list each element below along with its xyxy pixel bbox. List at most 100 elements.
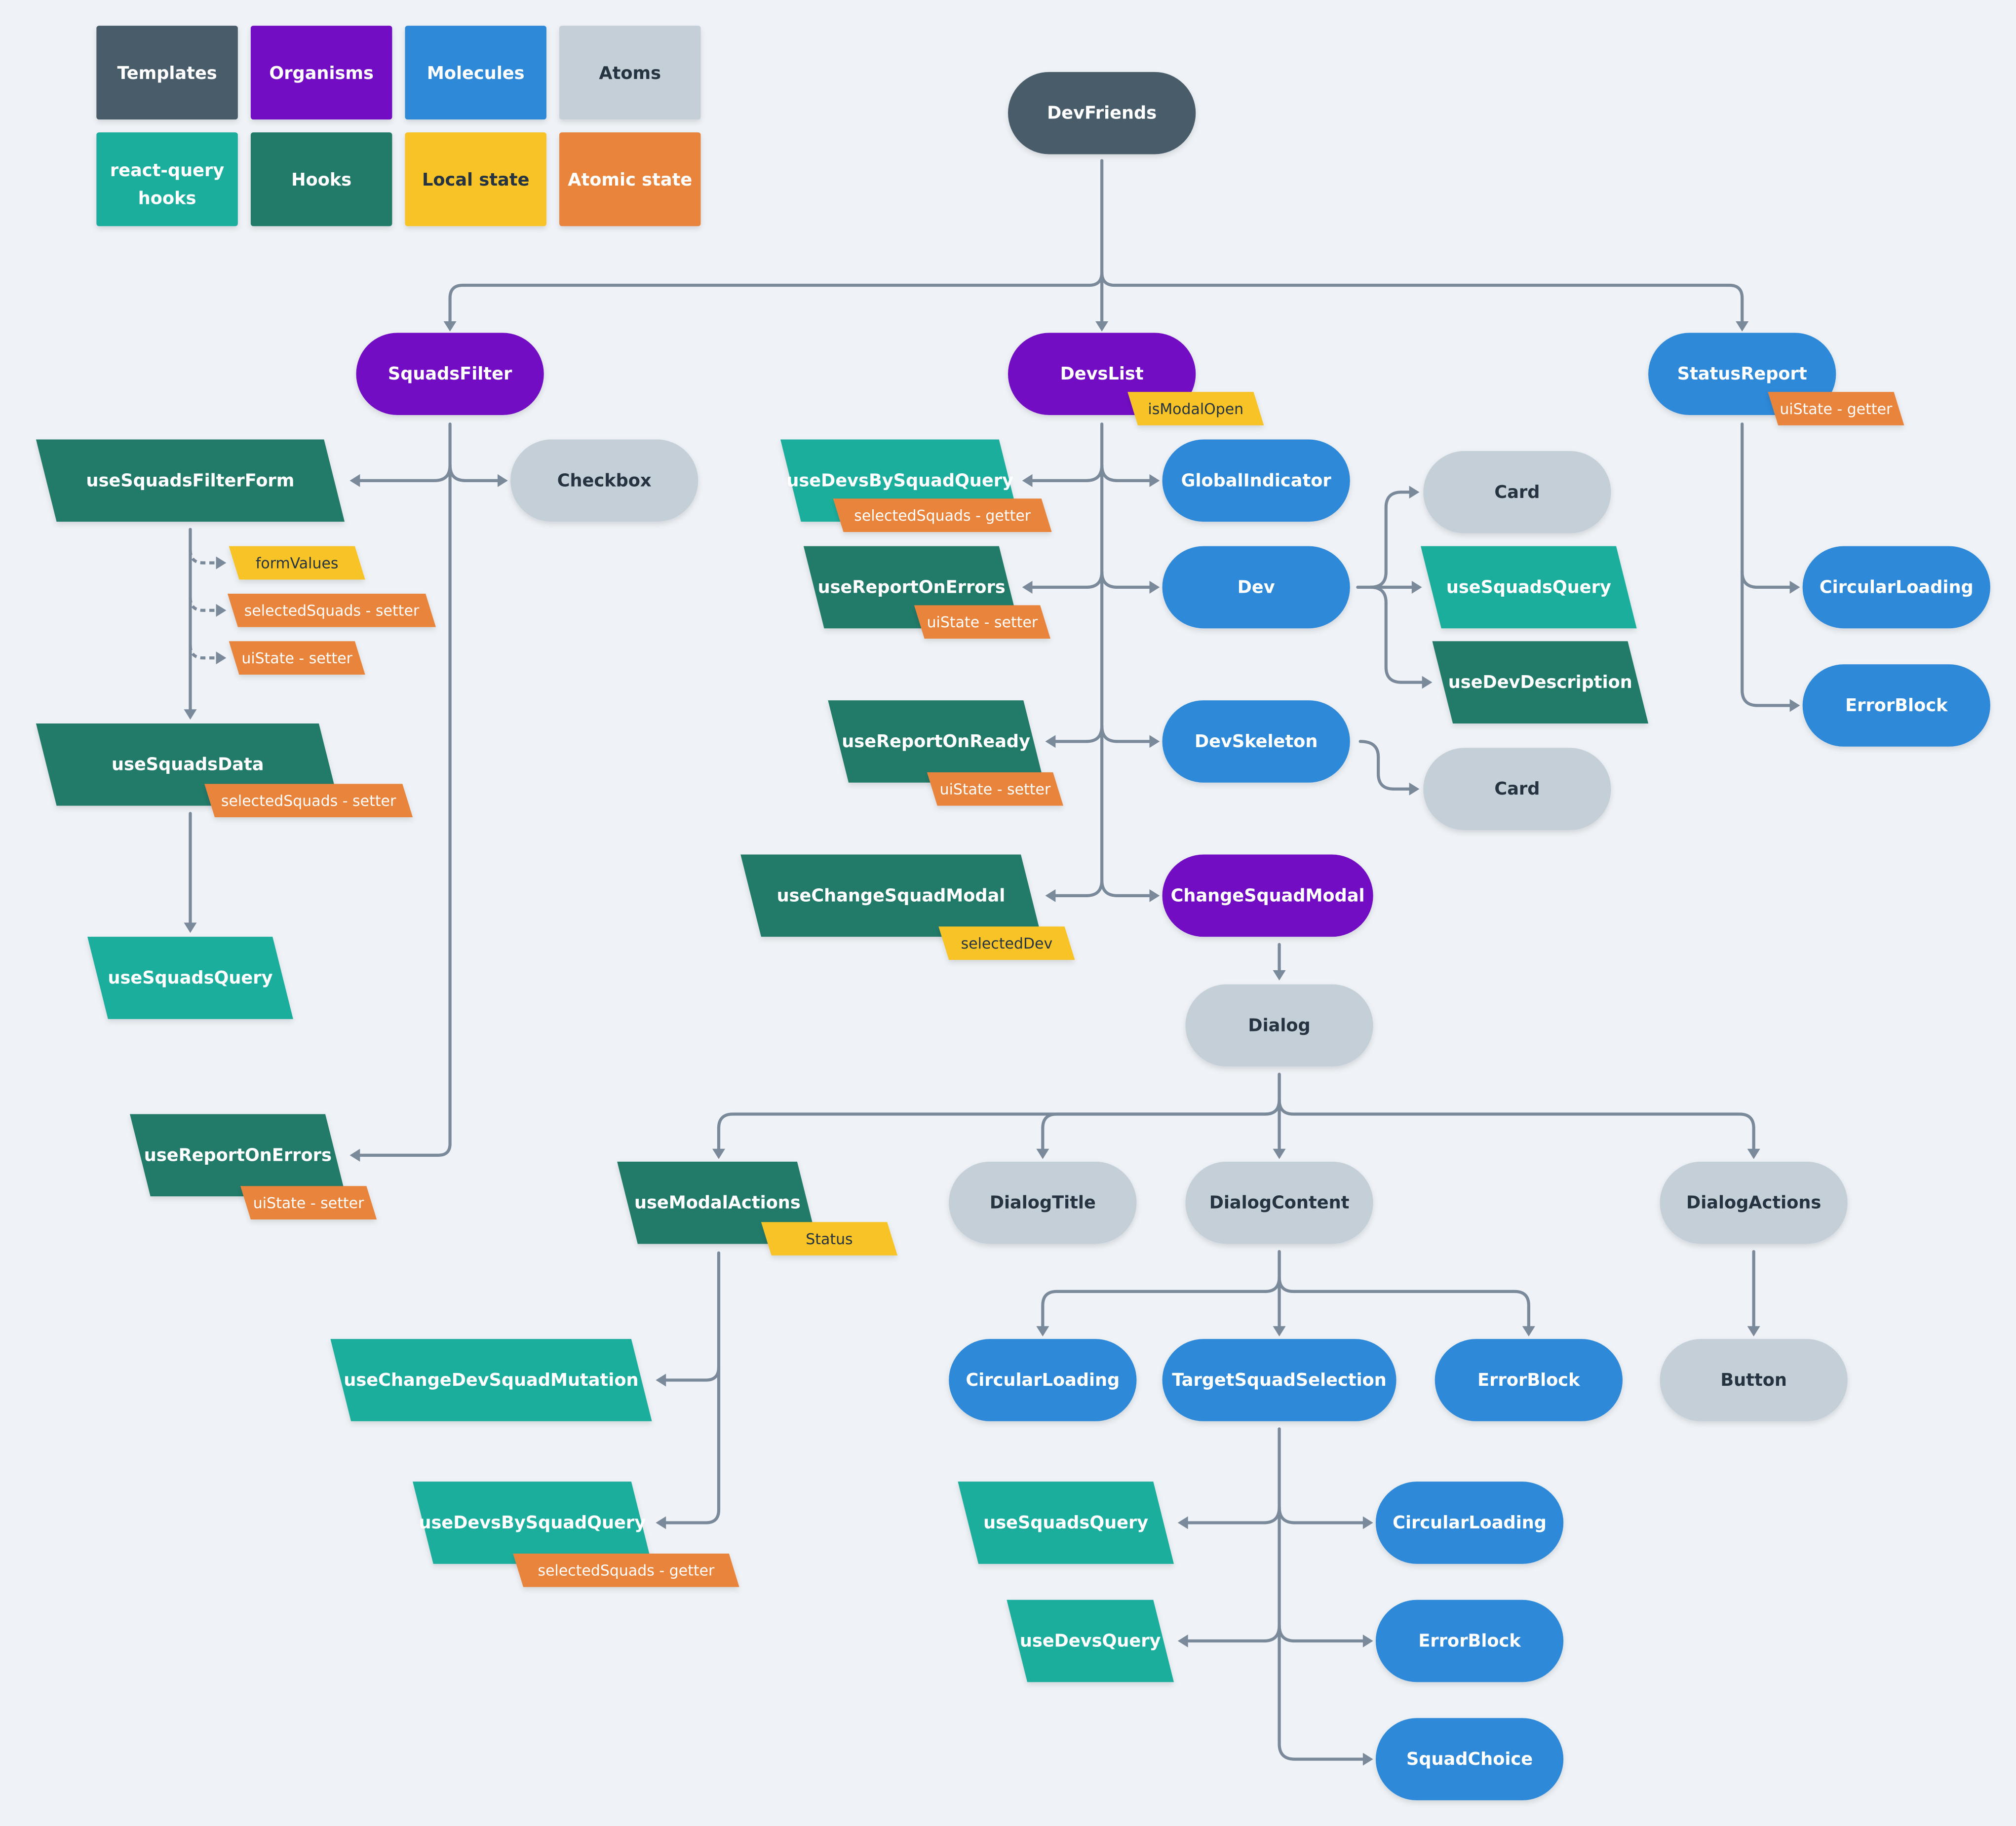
state-tag-label: isModalOpen [1148, 401, 1243, 418]
node-label: ErrorBlock [1418, 1631, 1521, 1651]
node-label: CircularLoading [1393, 1513, 1547, 1533]
node-label: StatusReport [1677, 364, 1807, 384]
node-label: useReportOnErrors [144, 1145, 332, 1165]
node-usedevdescription[interactable]: useDevDescription [1432, 641, 1649, 723]
node-dialogactions[interactable]: DialogActions [1660, 1161, 1848, 1244]
legend-item-react-query-hooks: react-query hooks [96, 132, 238, 227]
node-usesquadsfilterform[interactable]: useSquadsFilterForm [36, 439, 345, 522]
node-label: SquadsFilter [388, 364, 512, 384]
legend-item-organisms: Organisms [250, 26, 392, 120]
state-tag-label: uiState - setter [940, 781, 1051, 799]
node-changesquadmodal[interactable]: ChangeSquadModal [1162, 854, 1373, 937]
node-label: useModalActions [634, 1193, 801, 1213]
state-tag: selectedSquads - getter [833, 498, 1052, 532]
node-usesquadsquery-3[interactable]: useSquadsQuery [958, 1482, 1174, 1564]
node-usedevsquery[interactable]: useDevsQuery [1007, 1599, 1174, 1682]
node-label: Checkbox [557, 470, 652, 491]
node-label: useChangeSquadModal [777, 885, 1006, 906]
state-tag-label: selectedSquads - getter [538, 1562, 715, 1580]
node-targetsquadselection[interactable]: TargetSquadSelection [1162, 1339, 1396, 1421]
state-tag: uiState - setter [240, 1186, 377, 1220]
node-label: Card [1494, 779, 1540, 799]
legend-item-templates: Templates [96, 26, 238, 120]
node-label: Card [1494, 482, 1540, 502]
node-dialog[interactable]: Dialog [1185, 984, 1373, 1067]
legend-item-atomic-state: Atomic state [559, 132, 701, 227]
node-usechangedevsquadmutation[interactable]: useChangeDevSquadMutation [330, 1339, 652, 1421]
state-tag-label: uiState - setter [253, 1195, 364, 1212]
node-label: useReportOnReady [842, 731, 1030, 752]
node-label: DialogTitle [990, 1193, 1096, 1213]
node-label: Dialog [1248, 1015, 1310, 1035]
state-tag-formvalues: formValues [229, 546, 365, 580]
node-label: useSquadsData [112, 755, 264, 775]
node-errorblock-3[interactable]: ErrorBlock [1802, 664, 1990, 747]
node-circularloading-1[interactable]: CircularLoading [949, 1339, 1137, 1421]
node-squadchoice[interactable]: SquadChoice [1375, 1718, 1564, 1800]
node-label: CircularLoading [966, 1370, 1120, 1390]
node-dialogcontent[interactable]: DialogContent [1185, 1161, 1373, 1244]
legend-label: Templates [117, 63, 217, 83]
state-tag-label: selectedSquads - setter [244, 603, 420, 620]
node-label: ChangeSquadModal [1171, 885, 1365, 906]
node-squadsfilter[interactable]: SquadsFilter [356, 333, 544, 416]
node-label: useSquadsQuery [108, 968, 272, 988]
legend-item-local-state: Local state [405, 132, 546, 227]
state-tag-label: uiState - getter [1780, 401, 1893, 418]
node-circularloading-3[interactable]: CircularLoading [1802, 546, 1990, 629]
state-tag-label: formValues [256, 555, 339, 572]
state-tag-label: selectedSquads - getter [854, 507, 1031, 525]
node-button[interactable]: Button [1660, 1339, 1848, 1421]
legend-label: Hooks [291, 170, 351, 190]
node-usesquadsquery-2[interactable]: useSquadsQuery [1421, 546, 1637, 629]
state-tag-label: Status [806, 1231, 853, 1248]
node-card-2[interactable]: Card [1423, 748, 1611, 831]
node-label: useSquadsFilterForm [86, 470, 295, 491]
node-label: SquadChoice [1406, 1749, 1533, 1769]
state-tag-label: uiState - setter [927, 614, 1038, 631]
legend-item-molecules: Molecules [405, 26, 546, 120]
state-tag: uiState - setter [927, 772, 1063, 806]
node-label: DevSkeleton [1195, 731, 1318, 752]
state-tag: isModalOpen [1127, 392, 1264, 425]
state-tag-uistate-setter-1: uiState - setter [229, 641, 365, 675]
state-tag-selectedsquads-setter-1: selectedSquads - setter [228, 593, 436, 627]
state-tag: selectedSquads - getter [513, 1553, 739, 1587]
node-globalindicator[interactable]: GlobalIndicator [1162, 439, 1350, 522]
legend-label: Local state [422, 170, 529, 190]
state-tag: Status [761, 1222, 898, 1255]
node-label: DialogActions [1686, 1193, 1821, 1213]
state-tag: uiState - setter [914, 605, 1050, 639]
legend-label: Atoms [599, 63, 661, 83]
legend-item-hooks: Hooks [250, 132, 392, 227]
node-label: TargetSquadSelection [1172, 1370, 1387, 1390]
node-card-1[interactable]: Card [1423, 451, 1611, 533]
node-usesquadsquery-1[interactable]: useSquadsQuery [87, 937, 293, 1019]
node-label: Dev [1238, 577, 1275, 597]
node-label: useSquadsQuery [983, 1513, 1148, 1533]
component-tree-diagram: Templates Organisms Molecules Atoms react-qu… [0, 0, 2016, 1826]
legend-label: Atomic state [568, 170, 692, 190]
node-label: useReportOnErrors [818, 577, 1006, 597]
node-circularloading-2[interactable]: CircularLoading [1375, 1482, 1564, 1564]
node-label: useDevsBySquadQuery [786, 470, 1013, 491]
node-label: CircularLoading [1820, 577, 1974, 597]
node-label: ErrorBlock [1477, 1370, 1581, 1390]
node-label: useDevsQuery [1020, 1631, 1161, 1651]
node-errorblock-2[interactable]: ErrorBlock [1375, 1599, 1564, 1682]
legend-item-atoms: Atoms [559, 26, 701, 120]
legend-label: Organisms [269, 63, 374, 83]
state-tag-label: selectedDev [961, 935, 1053, 952]
node-errorblock-1[interactable]: ErrorBlock [1434, 1339, 1623, 1421]
node-devfriends[interactable]: DevFriends [1008, 72, 1196, 154]
state-tag: selectedSquads - setter [204, 784, 413, 818]
node-devskeleton[interactable]: DevSkeleton [1162, 700, 1350, 783]
node-checkbox[interactable]: Checkbox [510, 439, 698, 522]
node-label: Button [1720, 1370, 1787, 1390]
node-label: useSquadsQuery [1446, 577, 1611, 597]
node-dialogtitle[interactable]: DialogTitle [949, 1161, 1137, 1244]
legend-label: Molecules [427, 63, 525, 83]
node-dev[interactable]: Dev [1162, 546, 1350, 629]
node-label: GlobalIndicator [1181, 470, 1332, 491]
state-tag-label: selectedSquads - setter [221, 793, 396, 810]
